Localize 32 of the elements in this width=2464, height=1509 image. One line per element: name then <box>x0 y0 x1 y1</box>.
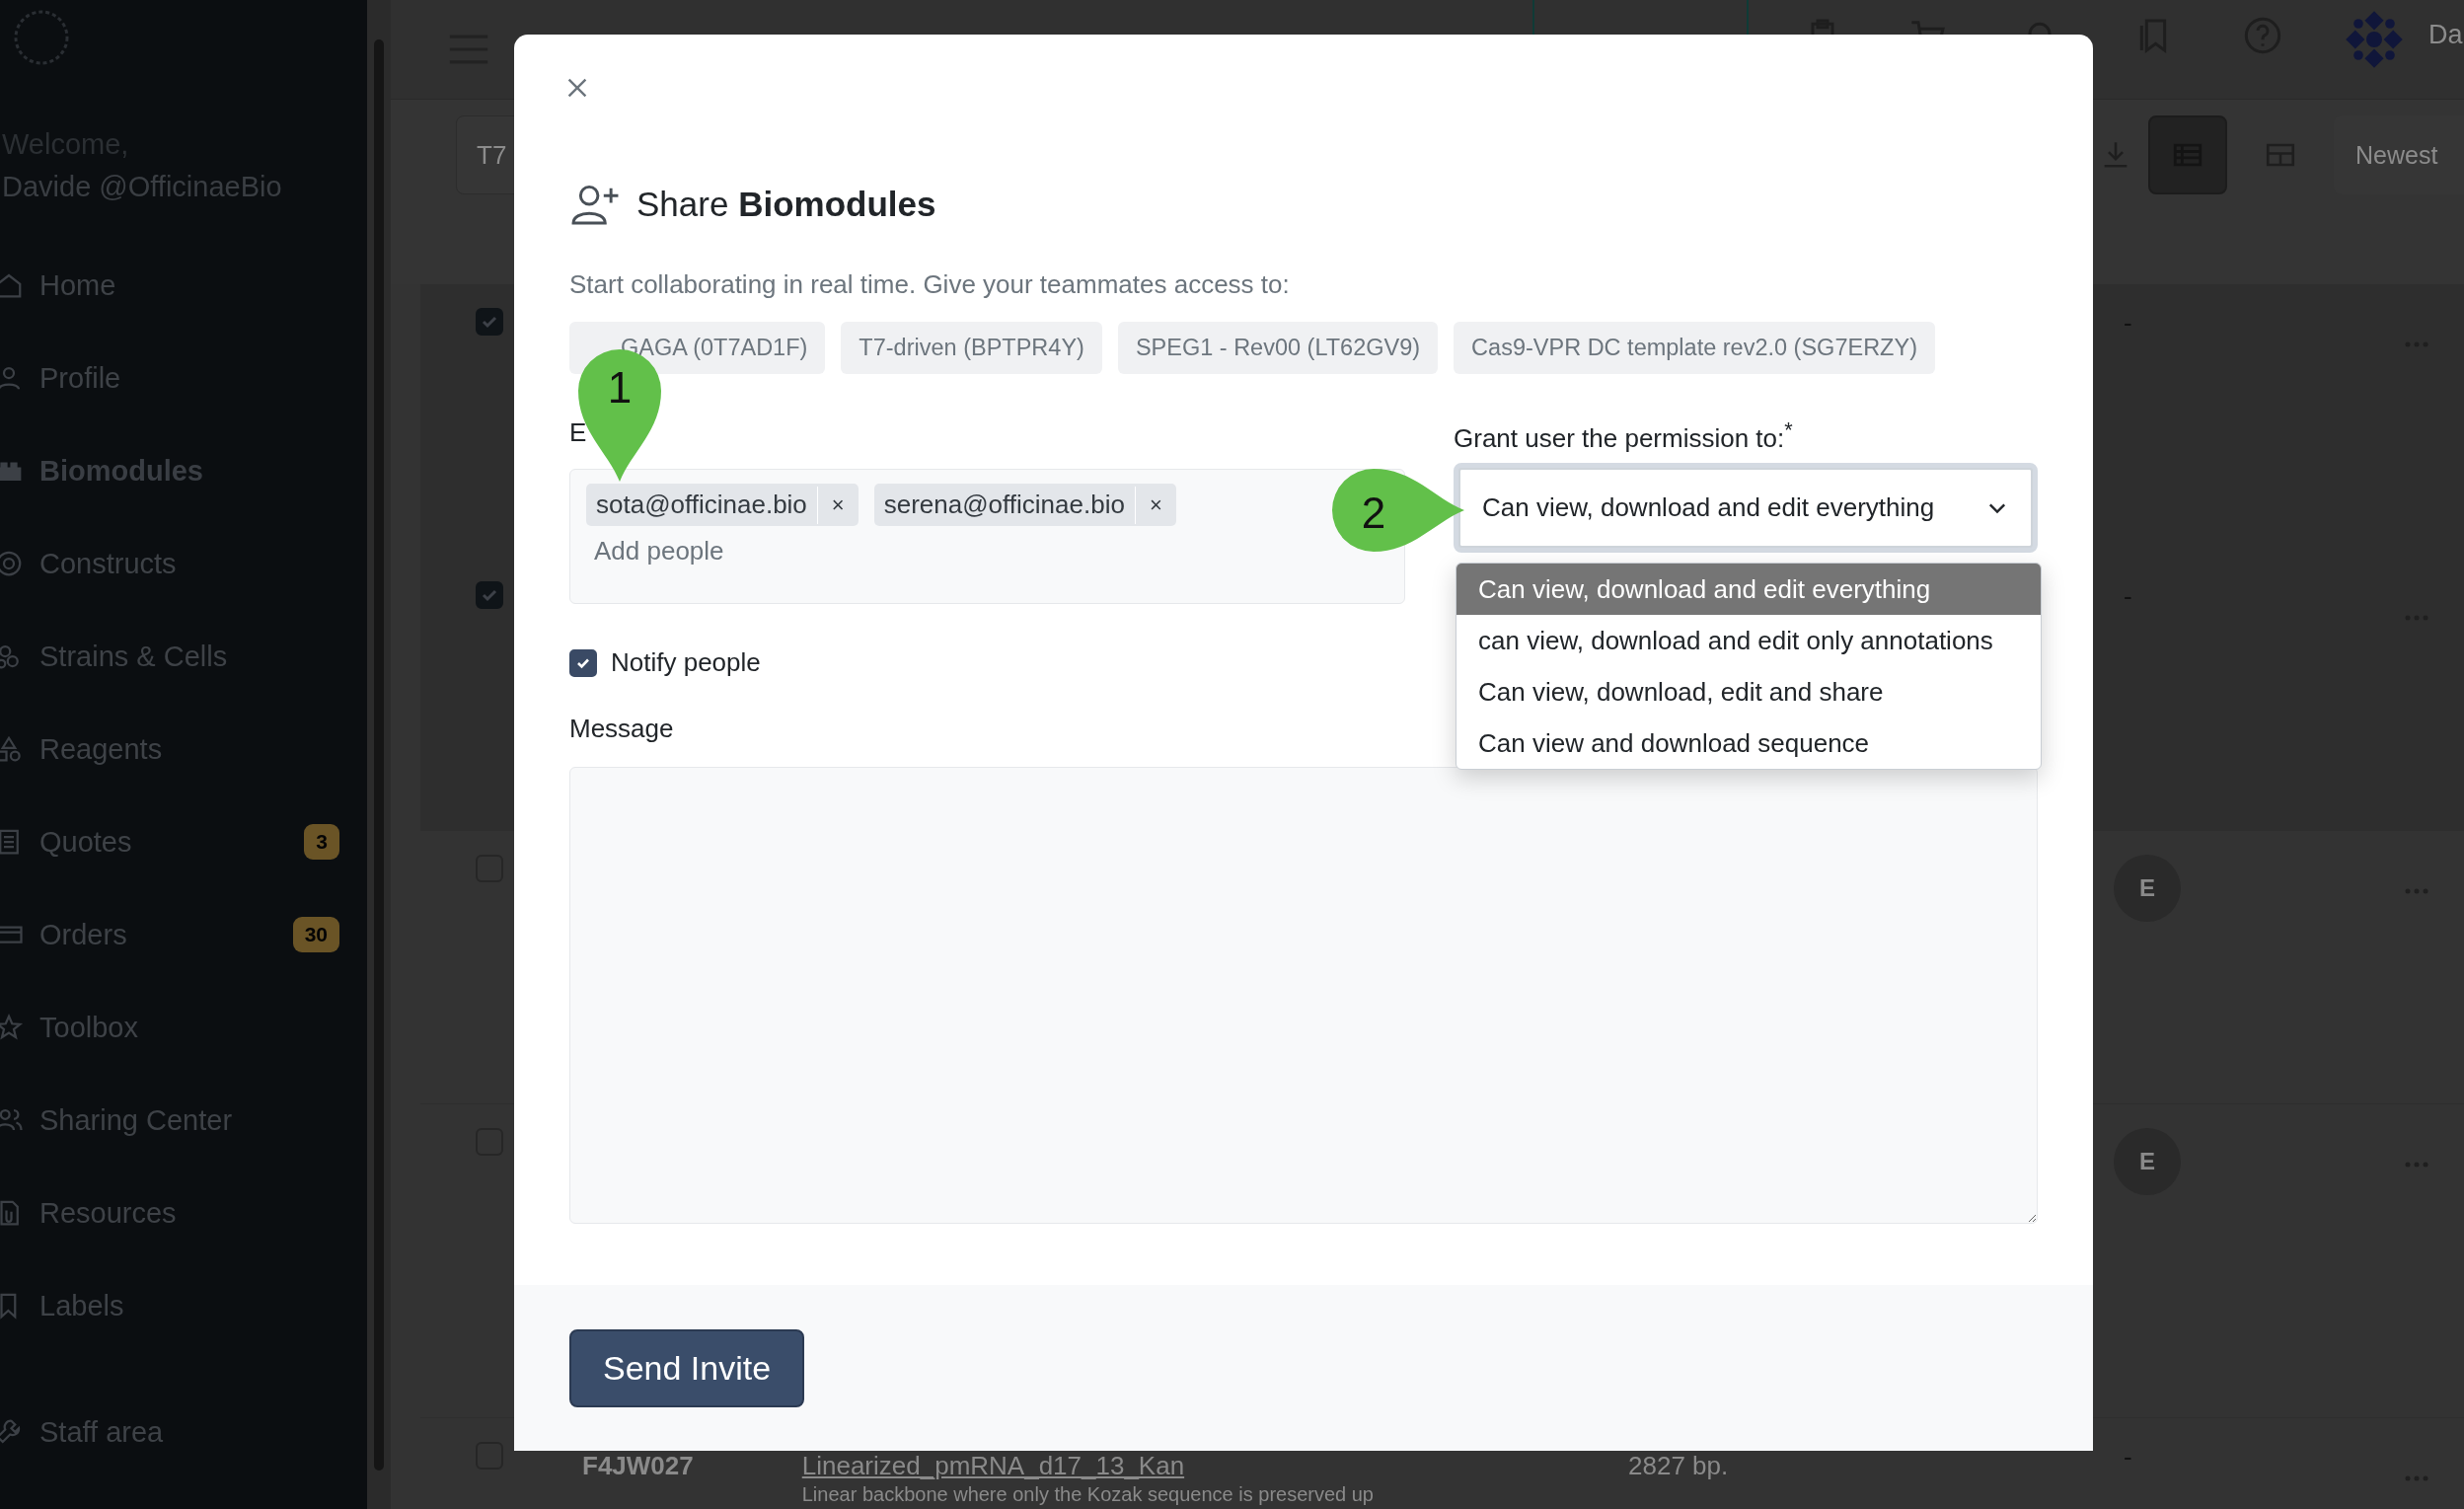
item-chip: T7-driven (BPTPR4Y) <box>841 322 1102 374</box>
table-cell-text: 2827 bp. <box>1628 1452 1730 1481</box>
remove-button[interactable]: × <box>816 486 859 524</box>
field-label: Message <box>569 714 674 745</box>
user-avatar: E <box>2114 1128 2181 1195</box>
dropdown-option[interactable]: Can view and download sequence <box>1456 717 2041 769</box>
dropdown-option[interactable]: can view, download and edit only annotations <box>1456 615 2041 666</box>
dialog-title: Share Biomodules <box>636 185 936 224</box>
table-cell: - <box>2124 308 2132 339</box>
user-avatar: E <box>2114 855 2181 922</box>
item-chip: SPEG1 - Rev00 (LT62GV9) <box>1117 322 1439 374</box>
count-badge: 3 <box>304 824 339 860</box>
table-cell: - <box>2124 1442 2132 1472</box>
item-chip: Cas9-VPR DC template rev2.0 (SG7ERZY) <box>1454 322 1935 374</box>
table-cell: Linear backbone where only the Kozak sequence is preserved up <box>801 1482 1374 1506</box>
dropdown-option[interactable]: Can view, download and edit everything <box>1456 564 2041 615</box>
checkbox-label: Notify people <box>611 647 761 678</box>
table-cell: - <box>2124 581 2132 612</box>
dialog-subtitle: Start collaborating in real time. Give your teammates access to: <box>569 269 1291 300</box>
field-label: E <box>569 417 588 449</box>
count-badge: 30 <box>292 917 339 952</box>
email-chip: serena@officinae.bio × <box>873 484 1176 526</box>
add-people-field[interactable]: Add people <box>586 532 799 570</box>
table-cell-text: F4JW027 <box>582 1452 694 1482</box>
remove-button[interactable]: × <box>1134 486 1176 524</box>
dropdown-option[interactable]: Can view, download, edit and share <box>1456 666 2041 717</box>
permission-select[interactable]: Can view, download and edit everything <box>1454 463 2038 553</box>
account-name[interactable]: Da <box>2428 20 2463 50</box>
field-label: Grant user the permission to:$^{*}$ <box>1454 417 1794 453</box>
send-invite-button[interactable]: Send Invite <box>569 1328 805 1407</box>
email-chip: sota@officinae.bio × <box>586 484 859 526</box>
biomodule-link[interactable]: Linearized_pmRNA_d17_13_Kan <box>801 1452 1374 1481</box>
